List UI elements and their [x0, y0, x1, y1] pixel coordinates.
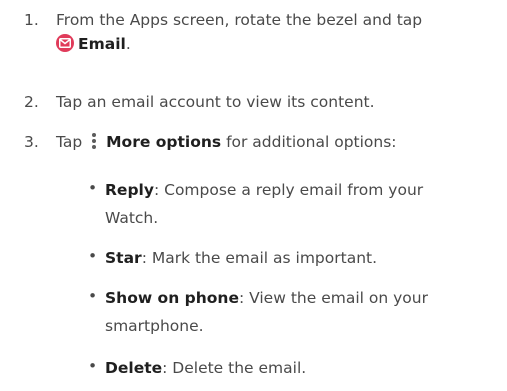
- option-label: Delete: [105, 359, 163, 377]
- email-icon: [56, 34, 74, 52]
- step-number: 3.: [24, 133, 39, 151]
- email-label: Email: [78, 35, 126, 53]
- step-text-before: From the Apps screen, rotate the bezel a…: [56, 11, 423, 29]
- instructions-page: 1. From the Apps screen, rotate the beze…: [0, 0, 507, 391]
- option-text: Star: Mark the email as important.: [105, 244, 465, 272]
- option-text: Show on phone: View the email on your sm…: [105, 284, 465, 340]
- more-options-label: More options: [106, 133, 222, 151]
- step-text: From the Apps screen, rotate the bezel a…: [56, 8, 507, 56]
- step-number: 2.: [24, 93, 39, 111]
- bullet-mark: •: [88, 247, 98, 265]
- option-text: Reply: Compose a reply email from your W…: [105, 176, 465, 232]
- step-text-before: Tap: [56, 133, 83, 151]
- step-number: 1.: [24, 11, 39, 29]
- bullet-mark: •: [88, 179, 98, 197]
- step-text: Tap an email account to view its content…: [56, 93, 375, 111]
- bullet-mark: •: [88, 287, 98, 305]
- option-label: Star: [105, 249, 142, 267]
- bullet-mark: •: [88, 357, 98, 375]
- step-text-after: for additional options:: [221, 133, 397, 151]
- option-label: Show on phone: [105, 289, 239, 307]
- step-text: Tap More options for additional options:: [56, 130, 507, 154]
- more-options-icon: [87, 132, 101, 150]
- option-description: : Mark the email as important.: [141, 249, 378, 267]
- option-text: Delete: Delete the email.: [105, 354, 465, 382]
- step-text-after: .: [125, 35, 131, 53]
- option-label: Reply: [105, 181, 154, 199]
- option-description: : Delete the email.: [162, 359, 307, 377]
